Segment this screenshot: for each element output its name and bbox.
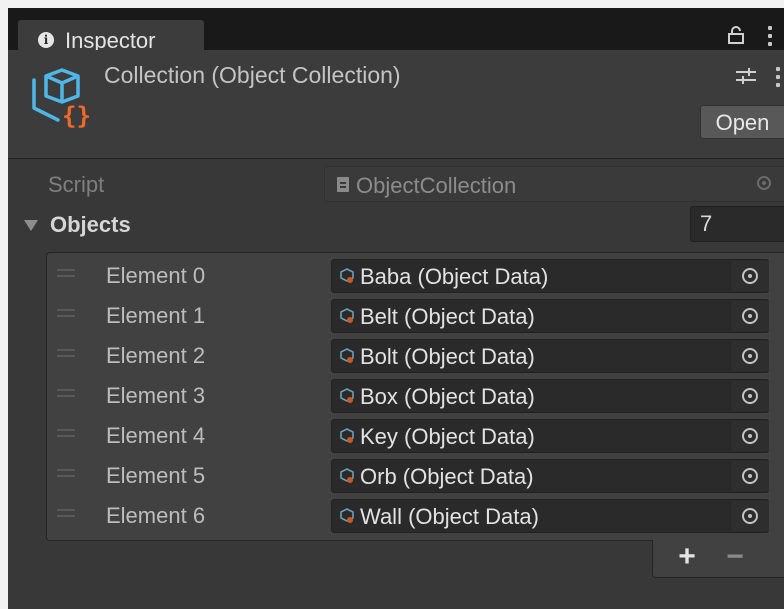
object-data-icon	[340, 508, 354, 523]
object-picker-button[interactable]	[730, 301, 769, 331]
list-item: Element 6 Wall (Object Data)	[47, 495, 784, 535]
object-picker-icon	[742, 388, 758, 404]
drag-handle-icon[interactable]	[57, 469, 75, 477]
element-label: Element 6	[106, 503, 206, 528]
list-item: Element 2 Bolt (Object Data)	[47, 335, 784, 375]
remove-element-button[interactable]: −	[719, 540, 751, 574]
object-value: Belt (Object Data)	[360, 304, 535, 329]
add-element-button[interactable]: +	[671, 540, 703, 574]
object-picker-icon	[742, 508, 758, 524]
kebab-menu-icon[interactable]	[768, 26, 774, 50]
svg-text:{}: {}	[62, 102, 91, 130]
object-value: Key (Object Data)	[360, 424, 535, 449]
object-picker-button[interactable]	[730, 341, 769, 371]
script-file-icon	[337, 177, 349, 192]
scriptable-object-asset-icon: {}	[32, 68, 91, 130]
drag-handle-icon[interactable]	[57, 429, 75, 437]
script-label: Script	[48, 172, 105, 197]
object-picker-icon	[742, 308, 758, 324]
object-field[interactable]: Baba (Object Data)	[331, 259, 769, 293]
object-picker-icon	[742, 348, 758, 364]
list-item: Element 3 Box (Object Data)	[47, 375, 784, 415]
object-picker-icon	[742, 428, 758, 444]
object-picker-button[interactable]	[730, 421, 769, 451]
array-size-field[interactable]: 7	[690, 206, 784, 242]
info-icon: i	[38, 32, 54, 48]
object-field[interactable]: Box (Object Data)	[331, 379, 769, 413]
object-value: Box (Object Data)	[360, 384, 535, 409]
drag-handle-icon[interactable]	[57, 349, 75, 357]
list-footer: + −	[652, 540, 784, 578]
element-label: Element 0	[106, 263, 206, 288]
object-data-icon	[340, 268, 354, 283]
object-value: Wall (Object Data)	[360, 504, 539, 529]
object-picker-button[interactable]	[730, 501, 769, 531]
object-picker-icon	[742, 268, 758, 284]
object-picker-button[interactable]	[730, 381, 769, 411]
drag-handle-icon[interactable]	[57, 269, 75, 277]
object-picker-icon	[742, 468, 758, 484]
list-item: Element 1 Belt (Object Data)	[47, 295, 784, 335]
object-data-icon	[340, 388, 354, 403]
settings-sliders-icon[interactable]	[736, 68, 756, 84]
object-value: Baba (Object Data)	[360, 264, 549, 289]
object-picker-icon	[757, 176, 771, 190]
kebab-menu-icon[interactable]	[776, 67, 780, 91]
object-value: Bolt (Object Data)	[360, 344, 535, 369]
open-button[interactable]: Open	[700, 105, 784, 139]
objects-label[interactable]: Objects	[50, 212, 131, 238]
element-label: Element 3	[106, 383, 206, 408]
element-label: Element 5	[106, 463, 206, 488]
drag-handle-icon[interactable]	[57, 309, 75, 317]
list-item: Element 5 Orb (Object Data)	[47, 455, 784, 495]
lock-icon[interactable]	[728, 26, 744, 44]
asset-title: Collection (Object Collection)	[104, 62, 401, 88]
object-value: Orb (Object Data)	[360, 464, 534, 489]
foldout-arrow-icon[interactable]	[24, 220, 38, 231]
drag-handle-icon[interactable]	[57, 509, 75, 517]
object-data-icon	[340, 428, 354, 443]
element-label: Element 2	[106, 343, 206, 368]
object-field[interactable]: Belt (Object Data)	[331, 299, 769, 333]
object-data-icon	[340, 468, 354, 483]
drag-handle-icon[interactable]	[57, 389, 75, 397]
list-item: Element 0 Baba (Object Data)	[47, 255, 784, 295]
object-field[interactable]: Key (Object Data)	[331, 419, 769, 453]
tab-bar: i Inspector	[8, 8, 784, 58]
element-label: Element 4	[106, 423, 206, 448]
object-picker-button[interactable]	[730, 261, 769, 291]
inspector-header: {} Collection (Object Collection)	[8, 50, 784, 159]
object-data-icon	[340, 348, 354, 363]
script-value: ObjectCollection	[356, 173, 517, 198]
object-picker-button[interactable]	[730, 461, 769, 491]
object-field[interactable]: Wall (Object Data)	[331, 499, 769, 533]
object-data-icon	[340, 308, 354, 323]
objects-list: Element 0 Baba (Object Data) Element 1 B…	[46, 252, 784, 541]
object-field[interactable]: Orb (Object Data)	[331, 459, 769, 493]
object-field[interactable]: Bolt (Object Data)	[331, 339, 769, 373]
list-item: Element 4 Key (Object Data)	[47, 415, 784, 455]
element-label: Element 1	[106, 303, 206, 328]
script-field: ObjectCollection	[324, 166, 784, 202]
